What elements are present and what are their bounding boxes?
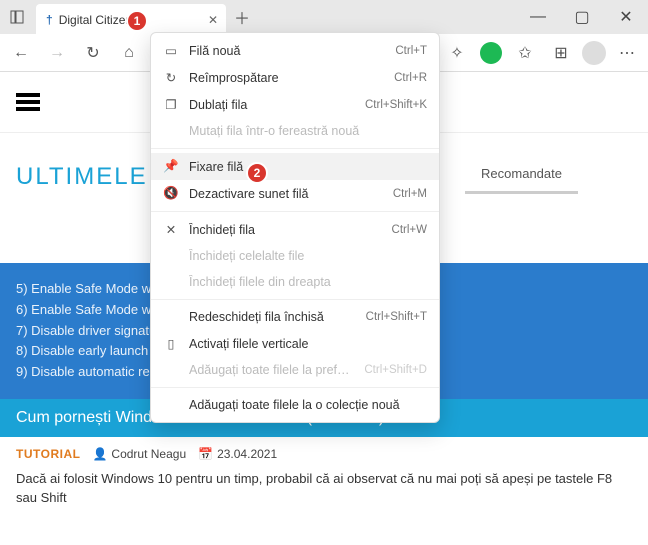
menu-item-icon: 📌 — [163, 159, 179, 174]
menu-item-shortcut: Ctrl+W — [392, 224, 427, 236]
menu-item-label: Mutați fila într-o fereastră nouă — [189, 124, 417, 138]
callout-badge-1: 1 — [126, 10, 148, 32]
menu-item-shortcut: Ctrl+Shift+D — [364, 364, 427, 376]
context-menu-item: Închideți filele din dreapta — [151, 269, 439, 295]
window-controls: ― ▢ ✕ — [516, 0, 648, 34]
home-button[interactable]: ⌂ — [114, 38, 144, 68]
menu-button[interactable]: ⋯ — [612, 38, 642, 68]
menu-item-icon: ↻ — [163, 70, 179, 85]
title-bar: † Digital Citizen ✕ ＋ ― ▢ ✕ — [0, 0, 648, 34]
context-menu-item[interactable]: 📌 Fixare filă — [151, 153, 439, 180]
menu-item-label: Închideți filele din dreapta — [189, 275, 417, 289]
context-menu-item[interactable]: 🔇 Dezactivare sunet filă Ctrl+M — [151, 180, 439, 207]
tracking-button[interactable]: ✧ — [442, 38, 472, 68]
article-meta: TUTORIAL 👤 Codrut Neagu 📅 23.04.2021 — [0, 437, 648, 465]
article-excerpt: Dacă ai folosit Windows 10 pentru un tim… — [0, 465, 648, 508]
menu-item-icon: ✕ — [163, 222, 179, 237]
context-menu-item[interactable]: ▭ Filă nouă Ctrl+T — [151, 37, 439, 64]
menu-item-shortcut: Ctrl+M — [393, 188, 427, 200]
context-menu-item: Adăugați toate filele la preferințe Ctrl+… — [151, 357, 439, 383]
menu-item-label: Filă nouă — [189, 44, 385, 58]
collections-button[interactable]: ⊞ — [546, 38, 576, 68]
favicon-icon: † — [46, 13, 53, 27]
extension-icon[interactable] — [480, 42, 502, 64]
menu-item-icon: ▭ — [163, 43, 179, 58]
close-window-button[interactable]: ✕ — [604, 0, 648, 34]
forward-button[interactable]: → — [42, 38, 72, 68]
vertical-tabs-icon — [10, 10, 24, 24]
context-menu-item: Mutați fila într-o fereastră nouă — [151, 118, 439, 144]
callout-badge-2: 2 — [246, 162, 268, 184]
menu-item-label: Redeschideți fila închisă — [189, 310, 356, 324]
article-date: 📅 23.04.2021 — [198, 447, 277, 461]
tab-context-menu: ▭ Filă nouă Ctrl+T ↻ Reîmprospătare Ctrl+R ❐ Du… — [150, 32, 440, 423]
favorites-button[interactable]: ✩ — [510, 38, 540, 68]
maximize-button[interactable]: ▢ — [560, 0, 604, 34]
minimize-button[interactable]: ― — [516, 0, 560, 34]
menu-item-label: Dublați fila — [189, 98, 355, 112]
menu-item-label: Închideți celelalte file — [189, 249, 417, 263]
menu-item-shortcut: Ctrl+Shift+K — [365, 99, 427, 111]
profile-button[interactable] — [582, 41, 606, 65]
menu-item-icon: 🔇 — [163, 186, 179, 201]
menu-item-label: Activați filele verticale — [189, 337, 417, 351]
context-menu-item[interactable]: ▯ Activați filele verticale — [151, 330, 439, 357]
context-menu-item[interactable]: Adăugați toate filele la o colecție nouă — [151, 392, 439, 418]
menu-item-label: Adăugați toate filele la o colecție nouă — [189, 398, 417, 412]
refresh-button[interactable]: ↻ — [78, 38, 108, 68]
menu-item-label: Reîmprospătare — [189, 71, 384, 85]
person-icon: 👤 — [92, 447, 107, 461]
context-menu-item[interactable]: Redeschideți fila închisă Ctrl+Shift+T — [151, 304, 439, 330]
back-button[interactable]: ← — [6, 38, 36, 68]
menu-item-label: Dezactivare sunet filă — [189, 187, 383, 201]
hamburger-menu-button[interactable] — [16, 90, 40, 114]
menu-item-label: Fixare filă — [189, 160, 417, 174]
close-tab-button[interactable]: ✕ — [208, 13, 218, 27]
menu-item-shortcut: Ctrl+Shift+T — [366, 311, 427, 323]
tab-title: Digital Citizen — [59, 13, 132, 27]
vertical-tabs-button[interactable] — [0, 0, 34, 34]
context-menu-item[interactable]: ❐ Dublați fila Ctrl+Shift+K — [151, 91, 439, 118]
context-menu-item[interactable]: ↻ Reîmprospătare Ctrl+R — [151, 64, 439, 91]
menu-item-shortcut: Ctrl+R — [394, 72, 427, 84]
article-author[interactable]: 👤 Codrut Neagu — [92, 447, 186, 461]
context-menu-item[interactable]: ✕ Închideți fila Ctrl+W — [151, 216, 439, 243]
new-tab-button[interactable]: ＋ — [226, 0, 258, 34]
menu-item-icon: ❐ — [163, 97, 179, 112]
nav-recommended[interactable]: Recomandate — [465, 156, 578, 194]
menu-item-icon: ▯ — [163, 336, 179, 351]
context-menu-item: Închideți celelalte file — [151, 243, 439, 269]
menu-item-label: Adăugați toate filele la preferințe — [189, 363, 354, 377]
calendar-icon: 📅 — [198, 447, 213, 461]
article-tag[interactable]: TUTORIAL — [16, 447, 80, 461]
menu-item-label: Închideți fila — [189, 223, 382, 237]
menu-item-shortcut: Ctrl+T — [395, 45, 427, 57]
